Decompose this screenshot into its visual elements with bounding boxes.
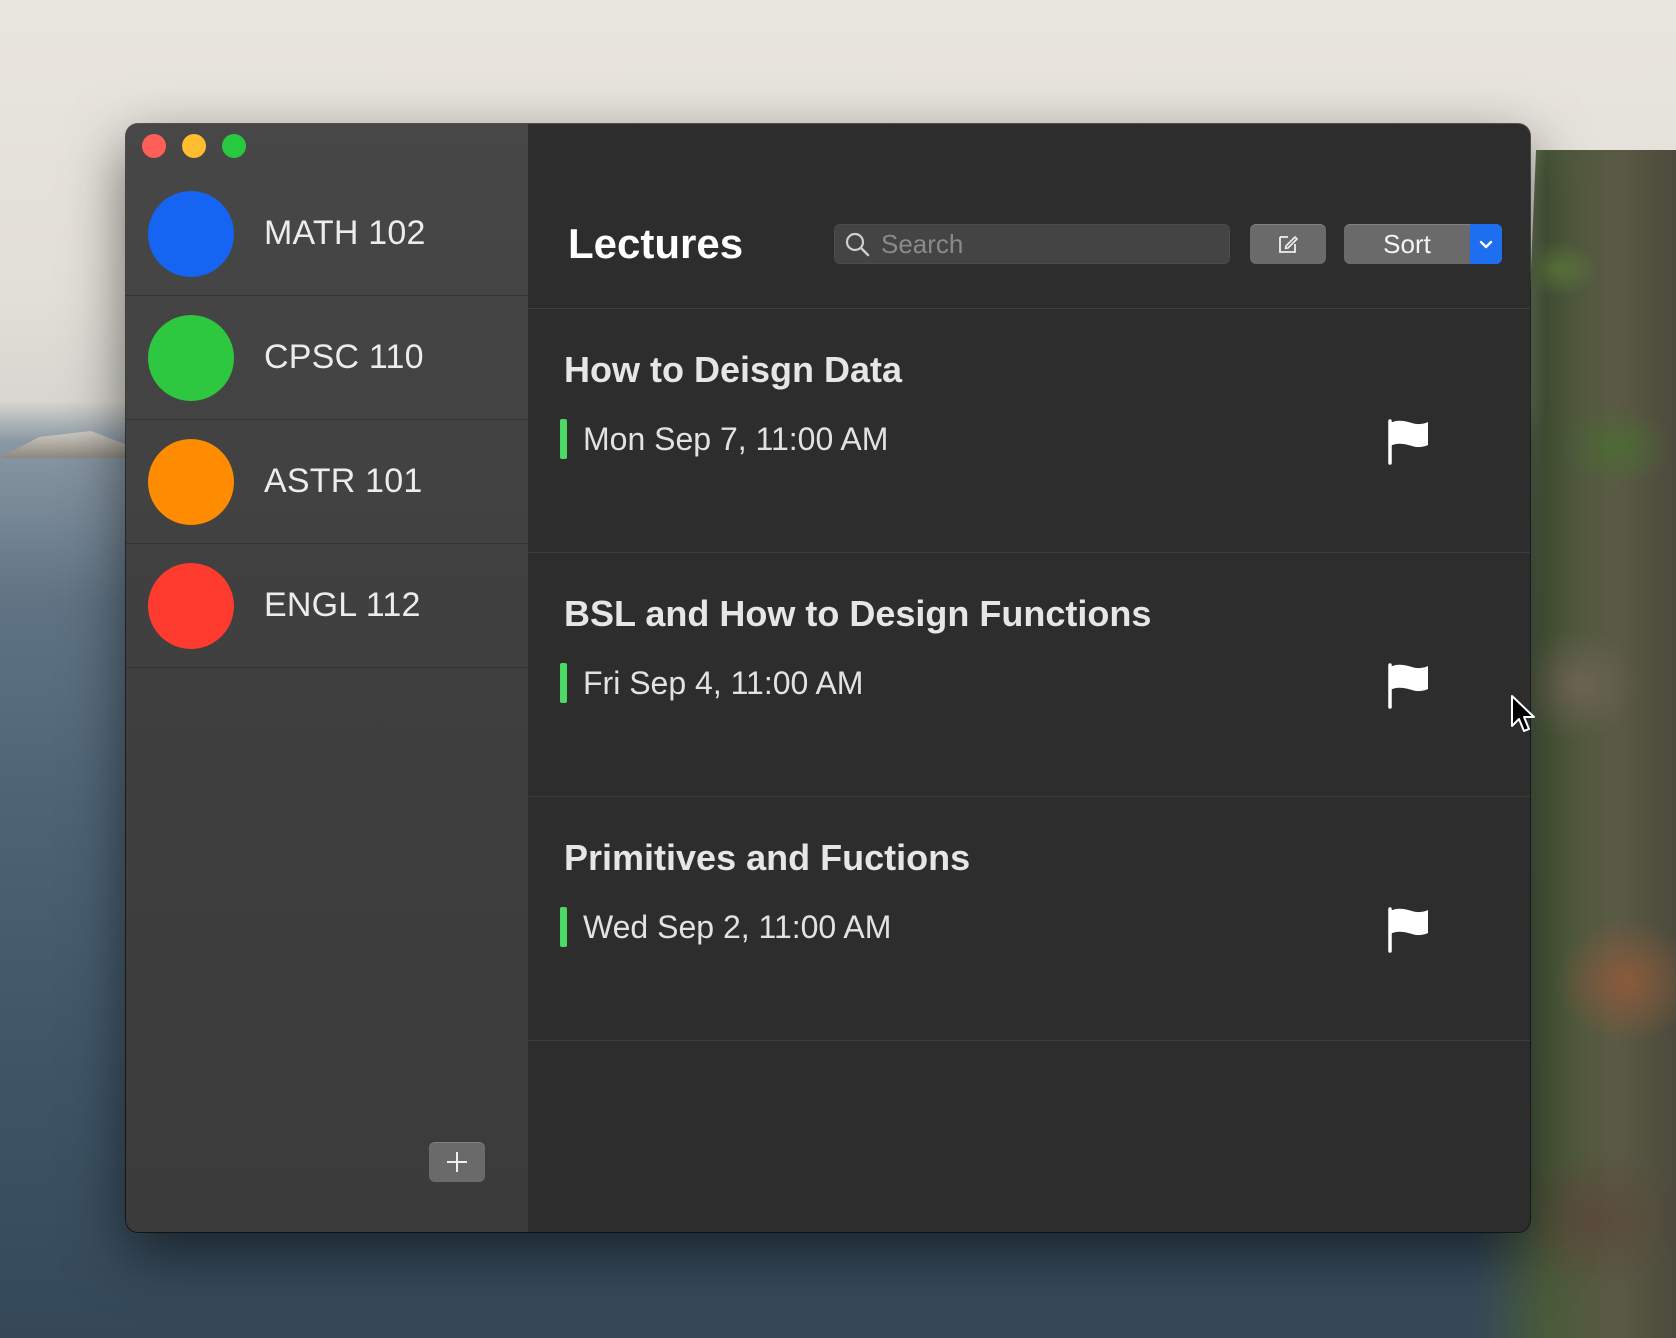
course-item-cpsc-110[interactable]: CPSC 110 [126,296,528,420]
course-item-math-102[interactable]: MATH 102 [126,172,528,296]
zoom-window-button[interactable] [222,134,246,158]
lecture-date: Mon Sep 7, 11:00 AM [583,421,889,457]
course-color-dot [148,190,234,277]
mouse-cursor-icon [1511,695,1535,732]
plus-icon [447,1152,467,1172]
course-label: CPSC 110 [264,338,424,376]
compose-icon [1279,236,1298,253]
course-item-engl-112[interactable]: ENGL 112 [126,544,528,668]
course-label: MATH 102 [264,214,426,252]
course-color-dot [148,438,234,525]
lecture-title: BSL and How to Design Functions [564,593,1152,634]
lecture-date: Fri Sep 4, 11:00 AM [583,665,864,701]
lecture-row[interactable]: How to Deisgn Data Mon Sep 7, 11:00 AM [528,309,1530,553]
lecture-row[interactable]: BSL and How to Design Functions Fri Sep … [528,553,1530,797]
lecture-status-bar [560,907,567,947]
course-list: MATH 102 CPSC 110 ASTR 101 ENGL 112 [126,172,528,668]
lecture-title: Primitives and Fuctions [564,837,971,878]
wallpaper-rock [0,431,130,458]
app-window: MATH 102 CPSC 110 ASTR 101 ENGL 112 Lect [126,124,1530,1232]
sort-button[interactable]: Sort [1344,224,1470,264]
compose-button[interactable] [1250,224,1326,264]
search-icon [835,231,879,257]
lecture-list: How to Deisgn Data Mon Sep 7, 11:00 AM B… [528,309,1530,1041]
search-field[interactable] [834,224,1230,264]
search-input[interactable] [879,227,1213,261]
main-content: Lectures Sort [528,124,1530,1232]
close-window-button[interactable] [142,134,166,158]
lecture-title: How to Deisgn Data [564,349,903,390]
flag-icon[interactable] [1384,905,1432,953]
course-item-astr-101[interactable]: ASTR 101 [126,420,528,544]
toolbar: Lectures Sort [528,124,1530,309]
lecture-row[interactable]: Primitives and Fuctions Wed Sep 2, 11:00… [528,797,1530,1041]
lecture-date: Wed Sep 2, 11:00 AM [583,909,892,945]
flag-icon[interactable] [1384,417,1432,465]
page-title: Lectures [568,220,744,267]
add-course-button[interactable] [429,1142,485,1182]
sort-control[interactable]: Sort [1344,224,1502,264]
lecture-status-bar [560,419,567,459]
course-color-dot [148,314,234,401]
course-label: ENGL 112 [264,586,421,624]
lecture-status-bar [560,663,567,703]
minimize-window-button[interactable] [182,134,206,158]
window-controls [142,134,246,158]
sidebar: MATH 102 CPSC 110 ASTR 101 ENGL 112 [126,124,528,1232]
chevron-down-icon[interactable] [1470,224,1502,264]
course-label: ASTR 101 [264,462,423,500]
flag-icon[interactable] [1384,661,1432,709]
course-color-dot [148,562,234,649]
